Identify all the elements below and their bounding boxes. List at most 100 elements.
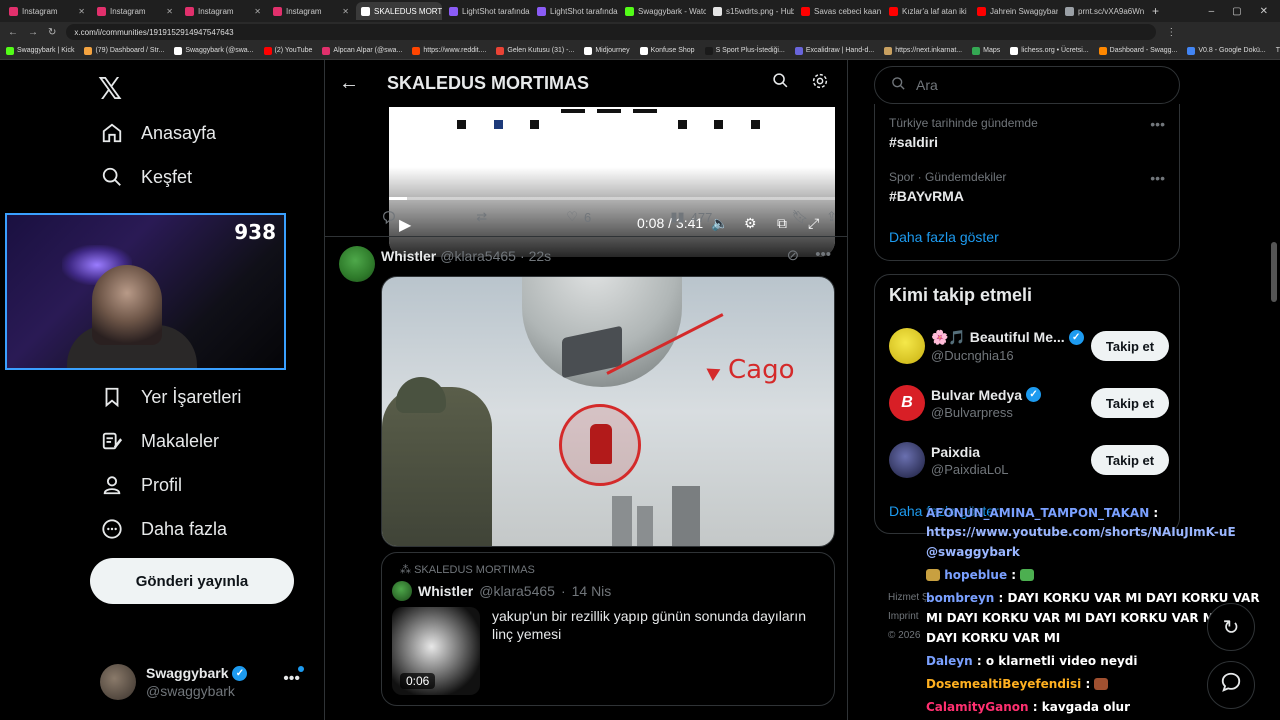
- video-player[interactable]: ▶ 0:08 / 3:41 🔈 ⚙ ⧉ ⤢: [389, 107, 835, 257]
- follow-suggestion[interactable]: Paixdia @PaixdiaLoL Takip et: [889, 437, 1169, 483]
- post-author[interactable]: Whistler: [381, 248, 436, 264]
- like-button[interactable]: ♡ 6: [566, 209, 591, 225]
- views-button[interactable]: ▮▮ 477: [670, 209, 712, 225]
- nav-bookmarks[interactable]: Yer İşaretleri: [100, 375, 241, 419]
- bookmark-item[interactable]: V0.8 - Google Dokü...: [1187, 46, 1266, 55]
- nav-articles[interactable]: Makaleler: [100, 419, 219, 463]
- bookmark-item[interactable]: Dashboard - Swagg...: [1098, 46, 1177, 55]
- bookmark-item[interactable]: Swaggybark | Kick: [6, 46, 74, 55]
- post-image[interactable]: Cago: [381, 276, 835, 547]
- repost-icon[interactable]: ⇄: [476, 209, 487, 225]
- maximize-icon[interactable]: ▢: [1232, 6, 1241, 17]
- bookmark-item[interactable]: lichess.org • Ücretsi...: [1010, 46, 1089, 55]
- bookmark-icon[interactable]: 🔖︎: [792, 209, 809, 225]
- browser-tab[interactable]: Swaggybark - Watc✕: [620, 2, 706, 20]
- browser-tab[interactable]: Savas cebeci kaan✕: [796, 2, 882, 20]
- bookmark-item[interactable]: Gelen Kutusu (31) -...: [496, 46, 574, 55]
- close-icon[interactable]: ✕: [1144, 7, 1146, 16]
- post-handle[interactable]: @klara5465: [440, 248, 516, 264]
- bookmark-item[interactable]: Konfuse Shop: [639, 46, 695, 55]
- grok-icon[interactable]: ⊘: [787, 246, 800, 264]
- browser-tab[interactable]: SKALEDUS MORTIM✕: [356, 2, 442, 20]
- back-icon[interactable]: ←: [8, 27, 18, 38]
- new-tab-icon[interactable]: +: [1152, 4, 1159, 18]
- more-dots-icon[interactable]: •••: [815, 246, 831, 264]
- nav-home[interactable]: Anasayfa: [100, 111, 216, 155]
- follow-suggestion[interactable]: B Bulvar Medya ✓ @Bulvarpress Takip et: [889, 380, 1169, 426]
- share-icon[interactable]: ⇪: [826, 209, 837, 225]
- close-icon[interactable]: ✕: [881, 7, 882, 16]
- bookmark-item[interactable]: Excalidraw | Hand-d...: [794, 46, 874, 55]
- forward-icon[interactable]: →: [28, 27, 38, 38]
- close-icon[interactable]: ✕: [163, 7, 173, 16]
- follow-button[interactable]: Takip et: [1091, 445, 1169, 475]
- post-age[interactable]: 22s: [529, 248, 552, 264]
- browser-tab[interactable]: prnt.sc/vXA9a6Wn✕: [1060, 2, 1146, 20]
- browser-tab[interactable]: Instagram ✕: [92, 2, 178, 20]
- bookmark-item[interactable]: (79) Dashboard / Str...: [84, 46, 164, 55]
- quoted-post[interactable]: ⁂ SKALEDUS MORTIMAS Whistler @klara5465 …: [381, 552, 835, 706]
- browser-tab[interactable]: Instagram ✕: [4, 2, 90, 20]
- reload-icon[interactable]: ↻: [48, 27, 56, 38]
- more-dots-icon[interactable]: •••: [1150, 170, 1165, 186]
- chat-message: DAYI KORKU VAR MI: [926, 631, 1060, 645]
- browser-tab[interactable]: Instagram ✕: [268, 2, 354, 20]
- quote-video-thumbnail[interactable]: 0:06: [392, 607, 480, 695]
- url-field[interactable]: x.com/i/communities/1919152914947547643: [66, 24, 1157, 40]
- all-bookmarks-folder[interactable]: Tüm Yer İşaretleri: [1276, 47, 1280, 54]
- bookmark-item[interactable]: S Sport Plus-İstediği...: [704, 46, 785, 55]
- x-logo[interactable]: 𝕏: [98, 72, 122, 107]
- follow-suggestion[interactable]: 🌸🎵 Beautiful Me... ✓ @Ducnghia16 Takip et: [889, 323, 1169, 369]
- trend-item[interactable]: Türkiye tarihinde gündemde #saldiri: [889, 116, 1038, 150]
- close-icon[interactable]: ✕: [967, 7, 971, 16]
- browser-tab[interactable]: Instagram ✕: [180, 2, 266, 20]
- reply-icon[interactable]: [381, 209, 397, 225]
- bookmark-item[interactable]: https://www.reddit....: [412, 46, 486, 55]
- avatar[interactable]: [339, 246, 375, 282]
- minimize-icon[interactable]: –: [1209, 6, 1215, 17]
- browser-tab[interactable]: s15wdrts.png - Hub✕: [708, 2, 794, 20]
- extension-icon[interactable]: ⋮: [1166, 27, 1176, 38]
- suggestion-handle: @PaixdiaLoL: [931, 461, 1009, 477]
- bookmark-item[interactable]: Alpcan Alpar (@swa...: [322, 46, 402, 55]
- grok-button[interactable]: ↻: [1207, 603, 1255, 651]
- nav-explore-label: Keşfet: [141, 166, 193, 187]
- scrollbar-thumb[interactable]: [1271, 242, 1277, 302]
- bookmark-item[interactable]: Midjourney: [584, 46, 630, 55]
- bookmark-item[interactable]: Maps: [972, 46, 1000, 55]
- grok-icon: ↻: [1222, 616, 1240, 639]
- bookmark-item[interactable]: Swaggybark (@swa...: [174, 46, 254, 55]
- page-scrollbar[interactable]: [1271, 62, 1277, 718]
- follow-button[interactable]: Takip et: [1091, 388, 1169, 418]
- browser-tab[interactable]: LightShot tarafında✕: [444, 2, 530, 20]
- search-input[interactable]: Ara: [874, 66, 1180, 104]
- chat-text: :: [1085, 677, 1091, 691]
- more-dots-icon[interactable]: •••: [1150, 116, 1165, 132]
- post-button[interactable]: Gönderi yayınla: [90, 558, 294, 604]
- more-dots-icon[interactable]: •••: [283, 670, 300, 688]
- browser-tab[interactable]: LightShot tarafında✕: [532, 2, 618, 20]
- close-icon[interactable]: ✕: [251, 7, 261, 16]
- bookmark-item[interactable]: https://next.inkarnat...: [884, 46, 962, 55]
- chat-message: @swaggybark: [926, 545, 1020, 559]
- bookmark-item[interactable]: (2) YouTube: [263, 46, 312, 55]
- messages-button[interactable]: [1207, 661, 1255, 709]
- nav-more[interactable]: Daha fazla: [100, 507, 227, 551]
- browser-tab[interactable]: Jahrein Swaggybar✕: [972, 2, 1058, 20]
- close-icon[interactable]: ✕: [339, 7, 349, 16]
- nav-profile[interactable]: Profil: [100, 463, 182, 507]
- close-icon[interactable]: ✕: [1260, 6, 1268, 17]
- browser-tab[interactable]: Kızlar'a laf atan iki✕: [884, 2, 970, 20]
- trends-show-more[interactable]: Daha fazla göster: [889, 229, 999, 245]
- trend-item[interactable]: Spor · Gündemdekiler #BAYvRMA: [889, 170, 1006, 204]
- follow-button[interactable]: Takip et: [1091, 331, 1169, 361]
- nav-explore[interactable]: Keşfet: [100, 155, 192, 199]
- search-icon[interactable]: [772, 72, 789, 95]
- close-icon[interactable]: ✕: [75, 7, 85, 16]
- video-progress-fill: [389, 197, 407, 200]
- gear-icon[interactable]: [811, 72, 829, 95]
- tab-favicon-icon: [1065, 6, 1074, 16]
- account-switcher[interactable]: Swaggybark ✓ @swaggybark •••: [100, 660, 320, 704]
- video-progress-bar[interactable]: [389, 197, 835, 200]
- back-arrow-icon[interactable]: ←: [339, 72, 359, 95]
